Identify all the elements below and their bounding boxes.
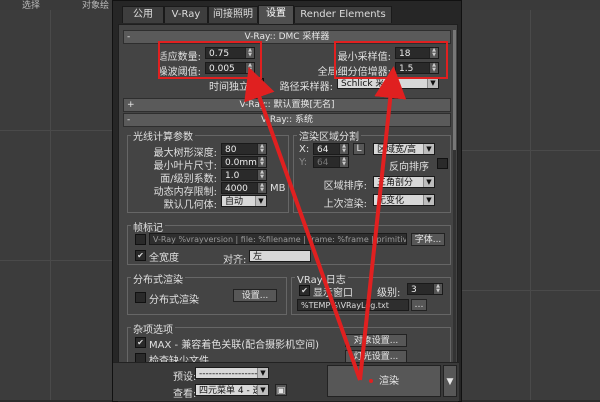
annotation-arrows <box>244 66 407 381</box>
arrow-to-left-box <box>244 66 362 381</box>
arrow-to-right-box <box>358 66 407 381</box>
